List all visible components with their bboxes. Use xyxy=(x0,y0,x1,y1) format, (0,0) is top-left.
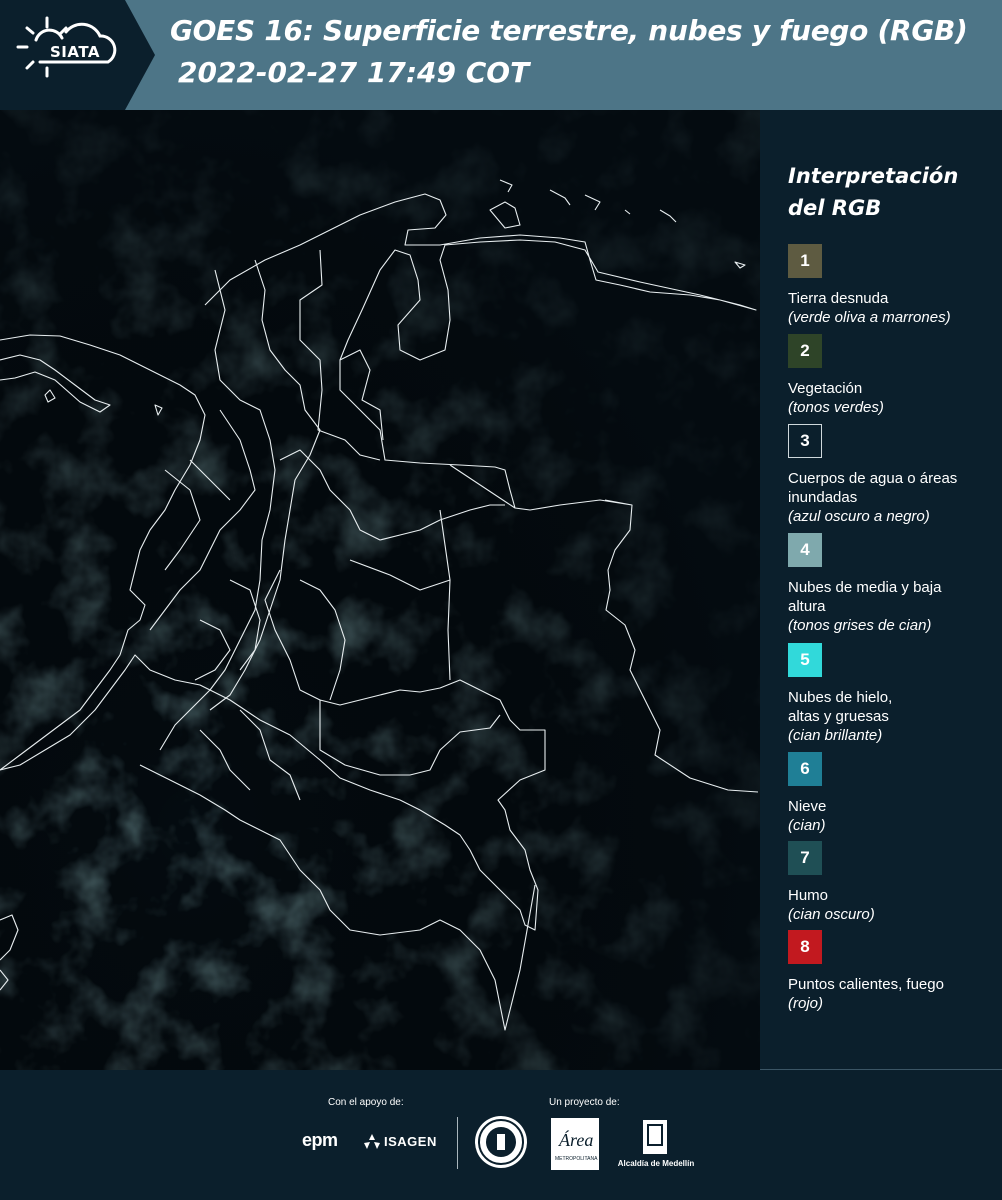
legend-description: (cian brillante) xyxy=(788,727,883,744)
legend-swatch: 7 xyxy=(788,841,822,875)
legend-item-ice-clouds: 5 Nubes de hielo, altas y gruesas (cian … xyxy=(788,643,998,745)
alcaldia-label: Alcaldía de Medellín xyxy=(617,1159,695,1168)
legend-label: Cuerpos de agua o áreas inundadas xyxy=(788,470,958,506)
svg-text:SIATA: SIATA xyxy=(50,43,100,61)
project-label: Un proyecto de: xyxy=(549,1097,620,1108)
legend-label: Nubes de hielo, altas y gruesas xyxy=(788,689,893,725)
epm-logo: epm xyxy=(302,1130,338,1150)
legend-swatch: 4 xyxy=(788,533,822,567)
legend-swatch: 5 xyxy=(788,643,822,677)
siata-logo: SIATA xyxy=(0,0,155,110)
svg-text:Área: Área xyxy=(558,1129,593,1150)
university-seal-logo xyxy=(475,1116,527,1168)
legend-item-low-clouds: 4 Nubes de media y baja altura (tonos gr… xyxy=(788,533,998,635)
legend-item-vegetation: 2 Vegetación (tonos verdes) xyxy=(788,334,998,417)
isagen-icon xyxy=(364,1134,380,1149)
legend-swatch: 6 xyxy=(788,752,822,786)
legend-item-bare-soil: 1 Tierra desnuda (verde oliva a marrones… xyxy=(788,244,998,327)
legend-label: Nubes de media y baja altura xyxy=(788,579,942,615)
footer: Con el apoyo de: Un proyecto de: epm ISA… xyxy=(0,1070,1002,1200)
legend-label: Vegetación xyxy=(788,380,863,397)
map-datetime: 2022-02-27 17:49 COT xyxy=(178,56,530,89)
legend-swatch: 3 xyxy=(788,424,822,458)
map-title: GOES 16: Superficie terrestre, nubes y f… xyxy=(170,14,968,47)
legend-label: Puntos calientes, fuego xyxy=(788,976,944,993)
footer-divider xyxy=(457,1117,458,1169)
legend-description: (tonos verdes) xyxy=(788,399,884,416)
legend-item-fire: 8 Puntos calientes, fuego (rojo) xyxy=(788,930,998,1013)
legend-item-smoke: 7 Humo (cian oscuro) xyxy=(788,841,998,924)
legend-label: Tierra desnuda xyxy=(788,290,889,307)
rgb-legend: Interpretación del RGB 1 Tierra desnuda … xyxy=(760,110,1002,1070)
header-bar: SIATA GOES 16: Superficie terrestre, nub… xyxy=(0,0,1002,110)
legend-label: Nieve xyxy=(788,798,827,815)
legend-item-water: 3 Cuerpos de agua o áreas inundadas (azu… xyxy=(788,424,998,526)
legend-description: (rojo) xyxy=(788,995,824,1012)
legend-item-snow: 6 Nieve (cian) xyxy=(788,752,998,835)
legend-swatch: 2 xyxy=(788,334,822,368)
area-metropolitana-logo: Área METROPOLITANA xyxy=(551,1118,599,1170)
legend-description: (tonos grises de cian) xyxy=(788,617,932,634)
legend-title: Interpretación del RGB xyxy=(788,164,959,220)
legend-description: (cian oscuro) xyxy=(788,906,875,923)
coat-of-arms-icon xyxy=(643,1120,667,1154)
alcaldia-logo: Alcaldía de Medellín xyxy=(612,1117,700,1173)
legend-description: (cian) xyxy=(788,817,826,834)
legend-description: (azul oscuro a negro) xyxy=(788,508,930,525)
satellite-map xyxy=(0,110,760,1070)
legend-description: (verde oliva a marrones) xyxy=(788,309,951,326)
legend-swatch: 8 xyxy=(788,930,822,964)
isagen-logo: ISAGEN xyxy=(384,1134,437,1149)
legend-label: Humo xyxy=(788,887,829,904)
support-label: Con el apoyo de: xyxy=(328,1097,404,1108)
svg-text:METROPOLITANA: METROPOLITANA xyxy=(555,1156,598,1162)
legend-swatch: 1 xyxy=(788,244,822,278)
